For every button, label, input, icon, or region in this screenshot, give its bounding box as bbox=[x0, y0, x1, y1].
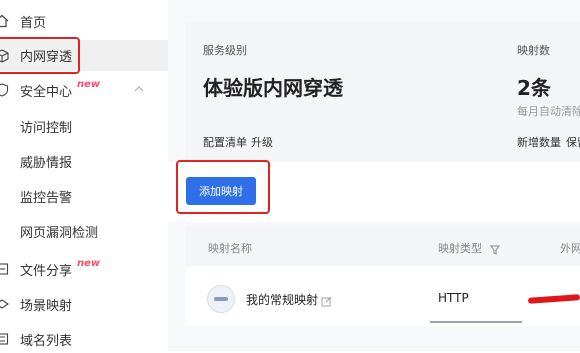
chevron-up-icon[interactable] bbox=[134, 83, 144, 98]
highlight-box bbox=[176, 160, 270, 214]
scene-icon bbox=[0, 296, 10, 312]
sidebar-item-scene-mapping[interactable]: 场景映射 bbox=[0, 290, 168, 318]
config-list-link[interactable]: 配置清单 bbox=[203, 134, 247, 150]
add-quantity-link[interactable]: 新增数量 bbox=[517, 134, 561, 150]
table-row[interactable] bbox=[185, 266, 580, 326]
column-header-external: 外网 bbox=[560, 242, 580, 255]
sidebar-item-label: 威胁情报 bbox=[20, 155, 73, 171]
sidebar-item-label: 文件分享 bbox=[20, 263, 73, 279]
edit-icon[interactable] bbox=[321, 292, 332, 311]
sidebar-item-file-share[interactable]: 文件分享 new bbox=[0, 255, 168, 283]
mapping-name: 我的常规映射 bbox=[246, 293, 319, 307]
mapping-note: 每月自动清除 bbox=[517, 105, 580, 118]
sidebar-item-label: 场景映射 bbox=[20, 298, 73, 314]
keep-link[interactable]: 保留 bbox=[566, 134, 580, 150]
sidebar-item-domain-list[interactable]: 域名列表 bbox=[0, 325, 168, 353]
home-icon bbox=[0, 13, 10, 29]
highlight-box bbox=[0, 37, 80, 74]
sidebar-item-label: 安全中心 bbox=[20, 84, 73, 100]
mapping-avatar-icon bbox=[207, 285, 235, 313]
mapping-count-value: 2条 bbox=[517, 76, 551, 100]
column-header-name: 映射名称 bbox=[208, 242, 252, 255]
sidebar: 首页 内网穿透 安全中心 new 访问控制 威胁情报 监控告警 网页漏洞检测 文… bbox=[0, 0, 169, 351]
file-share-icon bbox=[0, 261, 10, 277]
domain-icon bbox=[0, 331, 10, 347]
service-level-value: 体验版内网穿透 bbox=[203, 76, 343, 100]
column-header-type: 映射类型 bbox=[438, 242, 482, 255]
sidebar-item-label: 域名列表 bbox=[20, 333, 73, 349]
upgrade-link[interactable]: 升级 bbox=[251, 134, 273, 150]
sidebar-item-label: 监控告警 bbox=[20, 190, 73, 206]
sidebar-item-web-vuln-scan[interactable]: 网页漏洞检测 bbox=[0, 217, 168, 245]
filter-icon[interactable] bbox=[490, 240, 500, 259]
sidebar-item-threat-intel[interactable]: 威胁情报 bbox=[0, 147, 168, 175]
new-badge: new bbox=[77, 79, 101, 90]
sidebar-item-label: 访问控制 bbox=[20, 120, 73, 136]
sidebar-item-security-center[interactable]: 安全中心 new bbox=[0, 76, 168, 104]
mapping-count-label: 映射数 bbox=[517, 44, 550, 57]
sidebar-item-label: 首页 bbox=[20, 15, 47, 31]
sidebar-item-label: 网页漏洞检测 bbox=[20, 225, 99, 241]
service-level-label: 服务级别 bbox=[203, 44, 247, 57]
row-underline bbox=[430, 321, 522, 323]
sidebar-item-monitoring-alerts[interactable]: 监控告警 bbox=[0, 182, 168, 210]
sidebar-item-access-control[interactable]: 访问控制 bbox=[0, 112, 168, 140]
shield-icon bbox=[0, 82, 10, 98]
mapping-type: HTTP bbox=[438, 291, 469, 305]
new-badge: new bbox=[77, 258, 101, 269]
sidebar-item-home[interactable]: 首页 bbox=[0, 7, 168, 35]
